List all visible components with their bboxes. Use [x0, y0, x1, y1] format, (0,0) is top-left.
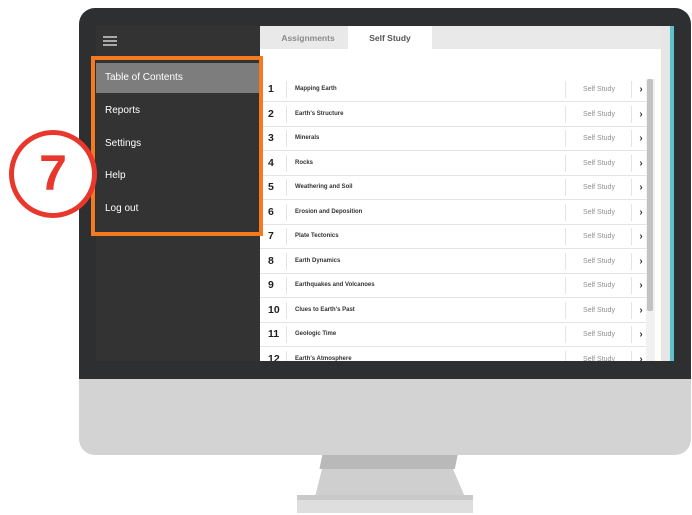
step-number-badge: 7: [9, 130, 97, 218]
chapter-number: 10: [268, 303, 280, 316]
tab-assignments[interactable]: Assignments: [268, 26, 348, 49]
table-row[interactable]: 6 Erosion and Deposition Self Study ›: [260, 201, 646, 225]
table-row[interactable]: 10 Clues to Earth's Past Self Study ›: [260, 299, 646, 323]
chapter-number: 1: [268, 83, 274, 95]
chapter-number: 3: [268, 132, 274, 144]
chapter-title: Weathering and Soil: [286, 179, 560, 196]
chapter-number: 5: [268, 181, 274, 193]
chapter-type: Self Study: [565, 203, 632, 221]
chapter-title: Earth's Atmosphere: [286, 350, 560, 361]
monitor-chin: [79, 379, 691, 455]
chapter-title: Minerals: [286, 130, 560, 147]
chapter-number: 9: [268, 279, 274, 291]
chapter-type: Self Study: [565, 130, 632, 147]
chapter-number: 11: [268, 328, 280, 340]
hamburger-menu-icon[interactable]: [103, 36, 117, 46]
table-row[interactable]: 1 Mapping Earth Self Study ›: [260, 78, 646, 102]
chapter-title: Geologic Time: [286, 326, 560, 343]
chapter-title: Erosion and Deposition: [286, 203, 560, 221]
chapter-number: 8: [268, 254, 274, 267]
tab-self-study[interactable]: Self Study: [348, 26, 432, 49]
chapter-title: Plate Tectonics: [286, 228, 560, 245]
tab-bar: Assignments Self Study: [260, 26, 661, 49]
chapter-title: Earth's Structure: [286, 105, 560, 123]
table-row[interactable]: 8 Earth Dynamics Self Study ›: [260, 250, 646, 274]
table-row[interactable]: 11 Geologic Time Self Study ›: [260, 323, 646, 347]
chapter-number: 12: [268, 352, 280, 362]
scrollbar-thumb[interactable]: [647, 79, 653, 311]
chapter-type: Self Study: [565, 350, 632, 361]
chapter-number: 7: [268, 230, 274, 242]
table-row[interactable]: 4 Rocks Self Study ›: [260, 152, 646, 176]
chapter-type: Self Study: [565, 252, 632, 270]
chapter-title: Mapping Earth: [286, 81, 560, 98]
chapter-type: Self Study: [565, 179, 632, 196]
chapter-type: Self Study: [565, 326, 632, 343]
right-edge-panel: [661, 26, 674, 361]
chapter-title: Clues to Earth's Past: [286, 301, 560, 319]
table-row[interactable]: 3 Minerals Self Study ›: [260, 127, 646, 151]
monitor-stand-neck-shadow: [319, 455, 458, 469]
chapter-number: 6: [268, 205, 274, 218]
chapter-number: 4: [268, 156, 274, 169]
table-row[interactable]: 5 Weathering and Soil Self Study ›: [260, 176, 646, 200]
table-row[interactable]: 12 Earth's Atmosphere Self Study ›: [260, 348, 646, 362]
table-row[interactable]: 7 Plate Tectonics Self Study ›: [260, 225, 646, 249]
chapter-type: Self Study: [565, 105, 632, 123]
chapter-type: Self Study: [565, 277, 632, 294]
main-content: Assignments Self Study 1 Mapping Earth S…: [260, 26, 674, 361]
chapter-number: 2: [268, 107, 274, 120]
table-row[interactable]: 9 Earthquakes and Volcanoes Self Study ›: [260, 274, 646, 298]
chapter-type: Self Study: [565, 81, 632, 98]
chapter-type: Self Study: [565, 228, 632, 245]
accent-strip: [670, 26, 674, 361]
sidebar-menu-highlight: [91, 56, 263, 236]
table-row[interactable]: 2 Earth's Structure Self Study ›: [260, 103, 646, 127]
chapter-title: Earth Dynamics: [286, 252, 560, 270]
chapter-title: Rocks: [286, 154, 560, 172]
chapter-title: Earthquakes and Volcanoes: [286, 277, 560, 294]
chapter-type: Self Study: [565, 154, 632, 172]
chapter-type: Self Study: [565, 301, 632, 319]
monitor-stand-base-shadow: [297, 495, 473, 500]
